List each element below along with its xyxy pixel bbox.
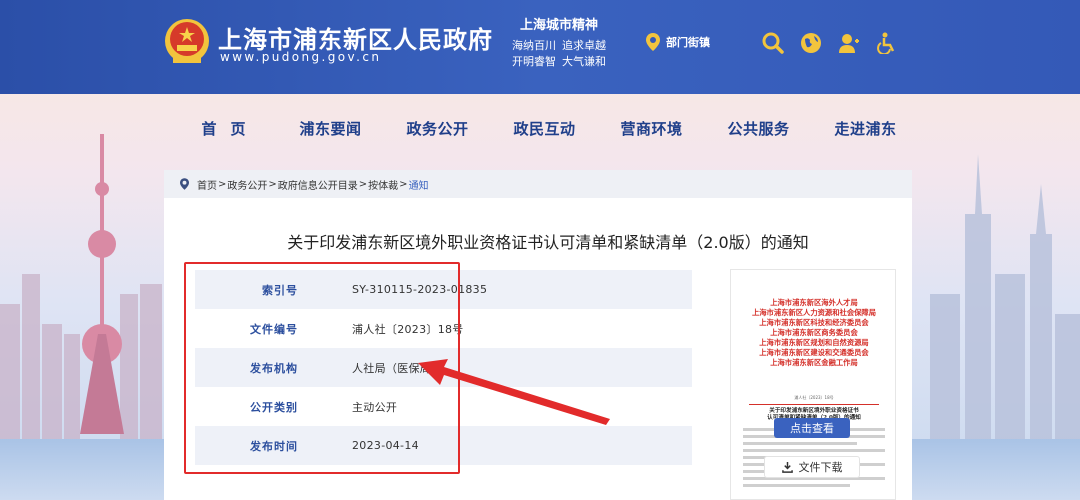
nav-item-about[interactable]: 走进浦东 bbox=[812, 118, 919, 139]
breadcrumb-link[interactable]: 政务公开 bbox=[227, 177, 267, 192]
preview-issuer-line: 上海市浦东新区海外人才局 bbox=[770, 298, 858, 307]
breadcrumb: 首页 > 政务公开 > 政府信息公开目录 > 按体裁 > 通知 bbox=[164, 170, 912, 198]
breadcrumb-separator: > bbox=[268, 178, 277, 190]
annotation-arrow-icon bbox=[418, 359, 610, 425]
city-spirit-phrase: 追求卓越 bbox=[562, 39, 606, 52]
download-icon bbox=[781, 461, 793, 473]
site-url[interactable]: www.pudong.gov.cn bbox=[220, 50, 381, 64]
nav-item-gov-affairs[interactable]: 政务公开 bbox=[384, 118, 491, 139]
nav-item-services[interactable]: 公共服务 bbox=[705, 118, 812, 139]
preview-issuer-line: 上海市浦东新区金融工作局 bbox=[770, 358, 858, 367]
preview-issuer-line: 上海市浦东新区建设和交通委员会 bbox=[759, 348, 869, 357]
nav-item-business[interactable]: 营商环境 bbox=[598, 118, 705, 139]
globe-icon[interactable] bbox=[799, 31, 823, 55]
city-spirit-title: 上海城市精神 bbox=[519, 18, 598, 33]
city-spirit: 上海城市精神 海纳百川 追求卓越 开明睿智 大气谦和 bbox=[509, 14, 609, 70]
location-pin-icon bbox=[646, 33, 660, 51]
breadcrumb-link[interactable]: 政府信息公开目录 bbox=[278, 177, 358, 192]
breadcrumb-separator: > bbox=[358, 178, 368, 190]
nav-item-interaction[interactable]: 政民互动 bbox=[491, 118, 598, 139]
preview-doc-title-line: 关于印发浦东新区境外职业资格证书 bbox=[769, 408, 859, 414]
breadcrumb-link[interactable]: 按体裁 bbox=[368, 177, 398, 192]
national-emblem-icon[interactable] bbox=[163, 17, 211, 67]
breadcrumb-separator: > bbox=[399, 178, 408, 190]
city-spirit-phrase: 海纳百川 bbox=[512, 39, 556, 52]
user-icon[interactable] bbox=[837, 31, 861, 55]
utility-icons bbox=[761, 31, 899, 55]
document-title: 关于印发浦东新区境外职业资格证书认可清单和紧缺清单（2.0版）的通知 bbox=[287, 233, 809, 252]
main-nav: 首页 浦东要闻 政务公开 政民互动 营商环境 公共服务 走进浦东 bbox=[170, 118, 919, 139]
breadcrumb-separator: > bbox=[218, 178, 227, 190]
dept-link-label: 部门街镇 bbox=[666, 36, 710, 49]
breadcrumb-link[interactable]: 首页 bbox=[197, 177, 217, 192]
content-panel: 首页 > 政务公开 > 政府信息公开目录 > 按体裁 > 通知 关于印发浦东新区… bbox=[164, 170, 912, 500]
location-pin-icon bbox=[180, 178, 189, 190]
preview-issuer-line: 上海市浦东新区人力资源和社会保障局 bbox=[751, 308, 877, 317]
nav-item-home[interactable]: 首页 bbox=[170, 118, 277, 139]
city-spirit-phrase: 大气谦和 bbox=[562, 55, 606, 68]
dept-link[interactable]: 部门街镇 bbox=[646, 33, 710, 51]
city-spirit-line: 海纳百川 追求卓越 bbox=[509, 38, 609, 54]
preview-issuer-line: 上海市浦东新区科技和经济委员会 bbox=[759, 318, 869, 327]
preview-red-rule bbox=[749, 404, 879, 405]
download-file-button[interactable]: 文件下载 bbox=[764, 456, 860, 478]
header-bar: 上海市浦东新区人民政府 www.pudong.gov.cn 上海城市精神 海纳百… bbox=[0, 0, 1080, 94]
preview-issuers: 上海市浦东新区海外人才局 上海市浦东新区人力资源和社会保障局 上海市浦东新区科技… bbox=[731, 298, 897, 368]
preview-issuer-line: 上海市浦东新区规划和自然资源局 bbox=[759, 338, 869, 347]
nav-item-news[interactable]: 浦东要闻 bbox=[277, 118, 384, 139]
view-document-button[interactable]: 点击查看 bbox=[774, 418, 850, 438]
accessibility-icon[interactable] bbox=[875, 31, 899, 55]
search-icon[interactable] bbox=[761, 31, 785, 55]
city-spirit-phrase: 开明睿智 bbox=[512, 55, 556, 68]
download-file-label: 文件下载 bbox=[798, 461, 843, 474]
preview-doc-number: 浦人社〔2023〕18号 bbox=[794, 395, 834, 400]
city-spirit-line: 开明睿智 大气谦和 bbox=[509, 54, 609, 70]
breadcrumb-current[interactable]: 通知 bbox=[409, 177, 429, 192]
preview-issuer-line: 上海市浦东新区商务委员会 bbox=[770, 328, 858, 337]
